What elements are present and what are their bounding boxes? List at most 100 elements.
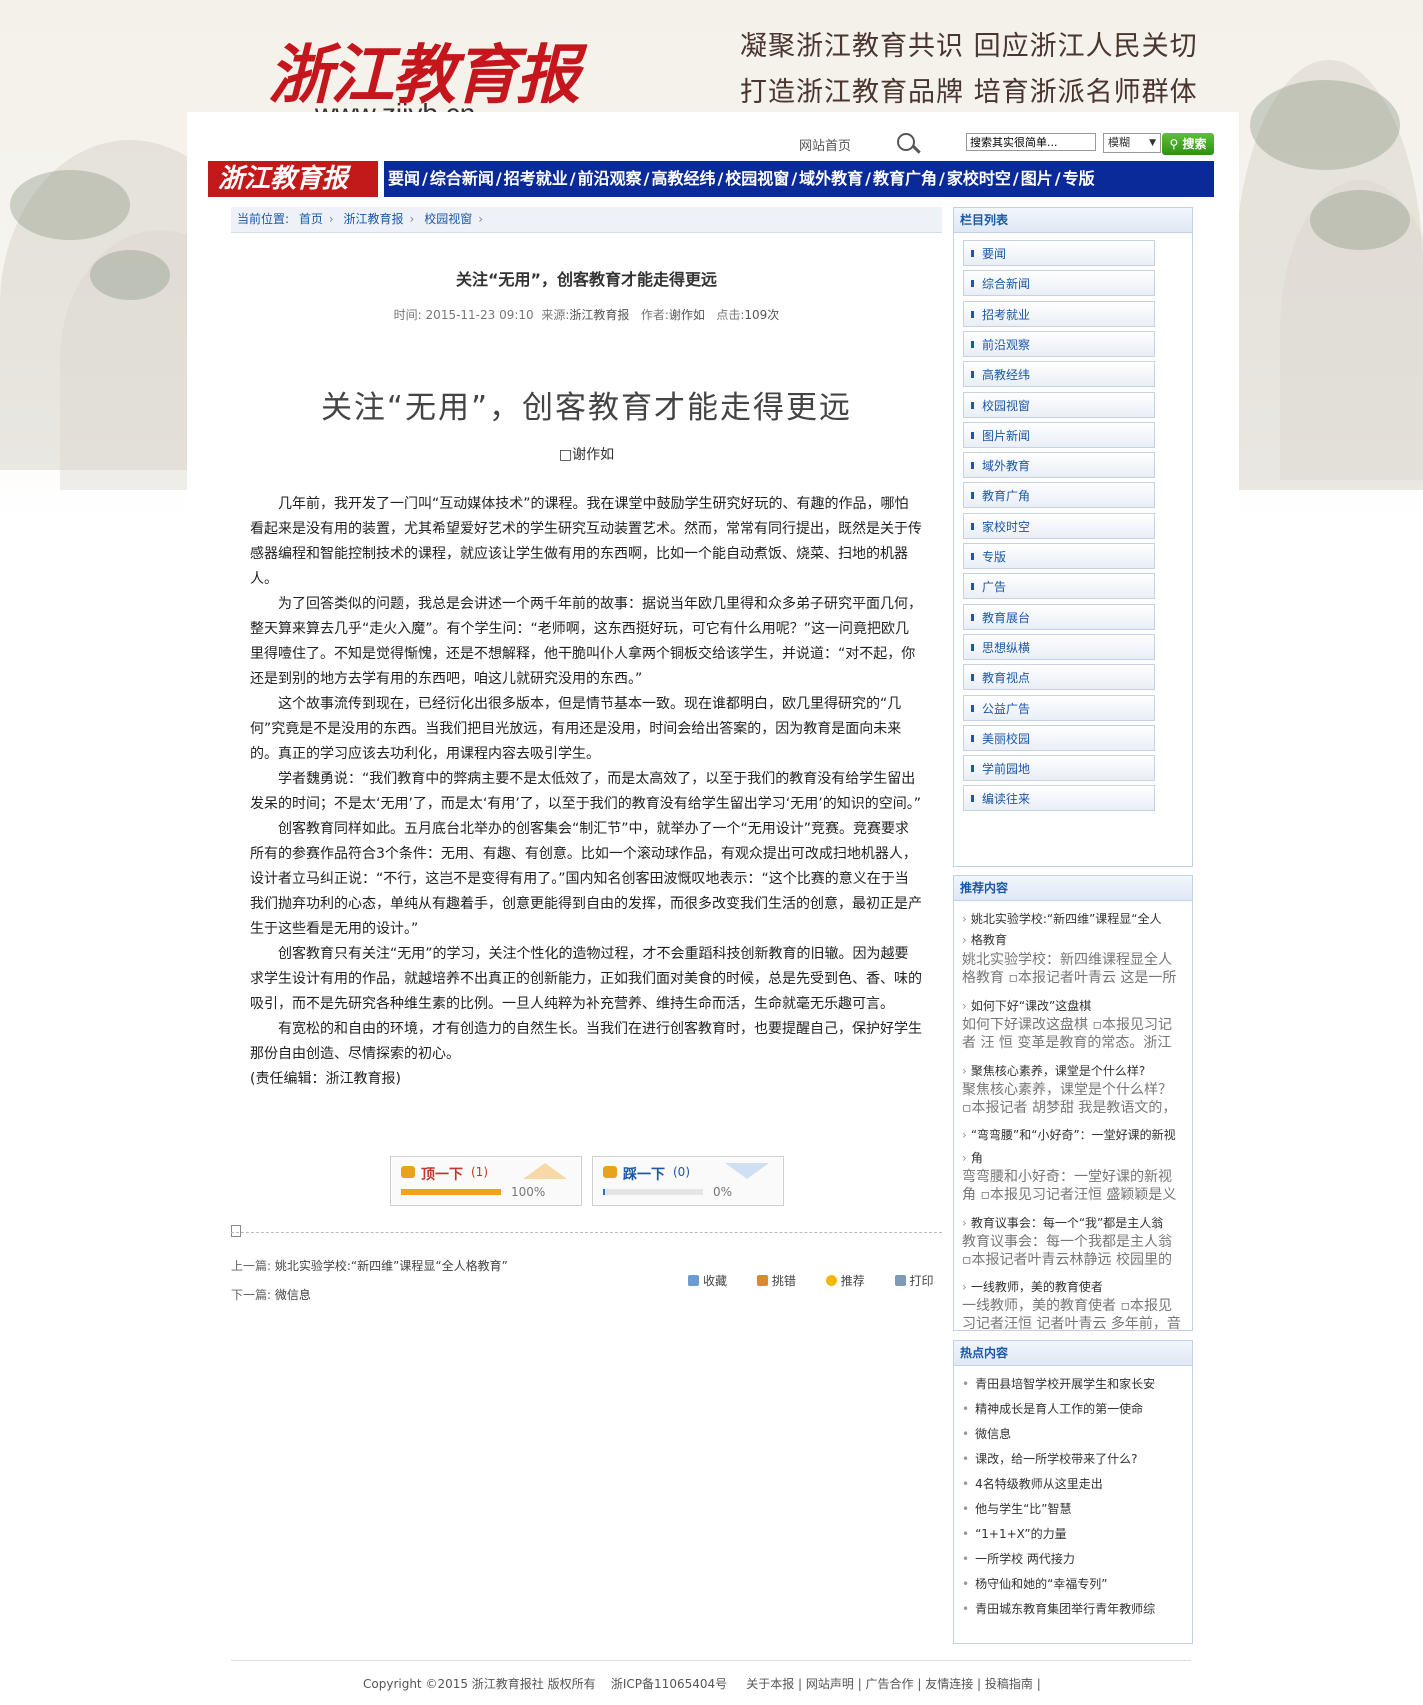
hot-item[interactable]: “1+1+X”的力量 (962, 1525, 1184, 1542)
article-paragraph: 为了回答类似的问题，我总是会讲述一个两千年前的故事：据说当年欧几里得和众多弟子研… (250, 596, 922, 687)
pencil-icon (756, 1275, 768, 1286)
article-paragraph: 创客教育只有关注“无用”的学习，关注个性化的造物过程，才不会重蹈科技创新教育的旧… (250, 946, 922, 1012)
nav-item[interactable]: 域外教育 (799, 169, 863, 188)
down-arrow-icon (725, 1163, 769, 1179)
breadcrumb-item-home[interactable]: 首页 (299, 212, 323, 226)
nav-item[interactable]: 高教经纬 (651, 169, 715, 188)
hot-item[interactable]: 微信息 (962, 1425, 1184, 1442)
sidebar-category-item[interactable]: 综合新闻 (963, 270, 1155, 297)
sidebar-category-item[interactable]: 思想纵横 (963, 633, 1155, 660)
sidebar-category-item[interactable]: 要闻 (963, 240, 1155, 266)
sidebar-category-item[interactable]: 前沿观察 (963, 330, 1155, 357)
hot-item[interactable]: 4名特级教师从这里走出 (962, 1475, 1184, 1492)
print-button[interactable]: 打印 (894, 1274, 934, 1288)
article-paragraph: 创客教育同样如此。五月底台北举办的创客集会“制汇节”中，就举办了一个“无用设计”… (250, 821, 922, 937)
recommend-item-title-cont[interactable]: 格教育 (962, 931, 1184, 948)
nav-item[interactable]: 前沿观察 (578, 169, 642, 188)
slogan-line-1: 凝聚浙江教育共识 回应浙江人民关切 (740, 31, 1198, 62)
home-link[interactable]: 网站首页 (799, 135, 851, 154)
recommend-item-title[interactable]: 教育议事会：每一个“我”都是主人翁 (962, 1214, 1184, 1231)
recommend-item-title-cont[interactable]: 角 (962, 1149, 1184, 1166)
recommend-item-title[interactable]: 聚焦核心素养，课堂是个什么样? (962, 1062, 1184, 1079)
hot-item[interactable]: 杨守仙和她的“幸福专列” (962, 1575, 1184, 1592)
hot-item[interactable]: 课改，给一所学校带来了什么? (962, 1450, 1184, 1467)
nav-item[interactable]: 要闻 (388, 169, 420, 188)
recommend-item-title[interactable]: 一线教师，美的教育使者 (962, 1278, 1184, 1295)
nav-separator: / (643, 169, 650, 188)
nav-separator: / (569, 169, 576, 188)
star-icon (825, 1275, 837, 1286)
search-input[interactable] (966, 133, 1096, 151)
nav-separator: / (1012, 169, 1019, 188)
article-paragraph: 几年前，我开发了一门叫“互动媒体技术”的课程。我在课堂中鼓励学生研究好玩的、有趣… (250, 496, 922, 587)
article-title: 关注“无用”，创客教育才能走得更远 (455, 270, 718, 289)
recommend-item-title[interactable]: 如何下好“课改”这盘棋 (962, 997, 1184, 1014)
prev-article-link[interactable]: 姚北实验学校:“新四维”课程显“全人格教育” (275, 1259, 508, 1273)
vote-up-label: 顶一下 (421, 1167, 463, 1183)
vote-down-button[interactable]: 踩一下 (0) 0% (592, 1156, 784, 1206)
meta-source-label: 来源: (541, 308, 570, 322)
nav-separator: / (717, 169, 724, 188)
nav-item[interactable]: 教育广角 (873, 169, 937, 188)
hot-item[interactable]: 他与学生“比”智慧 (962, 1500, 1184, 1517)
next-article-link[interactable]: 微信息 (275, 1288, 311, 1302)
sidebar-category-item[interactable]: 招考就业 (963, 300, 1155, 327)
article-paragraph: 这个故事流传到现在，已经衍化出很多版本，但是情节基本一致。现在谁都明白，欧几里得… (250, 696, 902, 762)
nav-item[interactable]: 图片 (1021, 169, 1053, 188)
divider (231, 1232, 942, 1233)
recommend-button[interactable]: 推荐 (825, 1274, 865, 1288)
hot-item[interactable]: 一所学校 两代接力 (962, 1550, 1184, 1567)
meta-author-label: 作者: (640, 308, 669, 322)
breadcrumb-item-paper[interactable]: 浙江教育报 (344, 212, 404, 226)
thumbs-up-icon (401, 1166, 415, 1178)
footer-links[interactable]: 关于本报 | 网站声明 | 广告合作 | 友情连接 | 投稿指南 | (746, 1677, 1041, 1691)
sidebar-category-item[interactable]: 域外教育 (963, 452, 1155, 479)
hot-item[interactable]: 精神成长是育人工作的第一使命 (962, 1400, 1184, 1417)
sidebar-category-item[interactable]: 美丽校园 (963, 724, 1155, 751)
sidebar-category-item[interactable]: 编读往来 (963, 785, 1155, 812)
favorite-label: 收藏 (703, 1274, 728, 1288)
report-error-label: 挑错 (771, 1274, 796, 1288)
recommend-item-title[interactable]: “弯弯腰”和“小好奇”：一堂好课的新视 (962, 1126, 1184, 1143)
recommend-title-text: 角 (970, 1151, 983, 1165)
printer-icon (894, 1275, 906, 1286)
hot-item[interactable]: 青田城东教育集团举行青年教师综 (962, 1600, 1184, 1617)
hot-item[interactable]: 青田县培智学校开展学生和家长安 (962, 1375, 1184, 1392)
sidebar-category-item[interactable]: 高教经纬 (963, 361, 1155, 388)
sidebar-category-item[interactable]: 专版 (963, 543, 1155, 569)
up-arrow-icon (523, 1163, 567, 1179)
vote-down-percent: 0% (713, 1185, 733, 1199)
nav-item[interactable]: 综合新闻 (430, 169, 494, 188)
search-button[interactable]: ⚲ 搜索 (1162, 133, 1214, 155)
recommend-item-title[interactable]: 姚北实验学校:“新四维”课程显“全人 (962, 910, 1184, 927)
nav-logo[interactable]: 浙江教育报 (208, 161, 378, 197)
nav-item[interactable]: 招考就业 (504, 169, 568, 188)
meta-clicks-label: 点击: (716, 308, 745, 322)
sidebar-category-item[interactable]: 教育广角 (963, 482, 1155, 509)
footer-icp[interactable]: 浙ICP备11065404号 (611, 1677, 727, 1691)
sidebar-category-item[interactable]: 教育视点 (963, 664, 1155, 691)
sidebar-category-item[interactable]: 家校时空 (963, 512, 1155, 539)
sidebar-category-item[interactable]: 学前园地 (963, 755, 1155, 782)
footer-divider (231, 1660, 1191, 1661)
report-error-button[interactable]: 挑错 (756, 1274, 796, 1288)
nav-item[interactable]: 校园视窗 (725, 169, 789, 188)
nav-item[interactable]: 专版 (1063, 169, 1095, 188)
vote-up-button[interactable]: 顶一下 (1) 100% (390, 1156, 582, 1206)
recommend-item-desc: 一线教师，美的教育使者 ▫本报见习记者汪恒 记者叶青云 多年前，音 (962, 1298, 1181, 1332)
article-body: 几年前，我开发了一门叫“互动媒体技术”的课程。我在课堂中鼓励学生研究好玩的、有趣… (250, 492, 922, 1092)
print-label: 打印 (909, 1274, 934, 1288)
sidebar-category-item[interactable]: 教育展台 (963, 603, 1155, 630)
sidebar-category-item[interactable]: 校园视窗 (963, 391, 1155, 418)
sidebar-category-item[interactable]: 广告 (963, 573, 1155, 600)
sidebar-category-item[interactable]: 图片新闻 (963, 421, 1155, 448)
sidebar-category-item[interactable]: 公益广告 (963, 694, 1155, 721)
chevron-right-icon: › (409, 212, 415, 226)
article-paragraph: 有宽松的和自由的环境，才有创造力的自然生长。当我们在进行创客教育时，也要提醒自己… (250, 1021, 922, 1062)
breadcrumb-item-campus[interactable]: 校园视窗 (424, 212, 472, 226)
search-mode-value: 模糊 (1108, 136, 1130, 149)
prev-label: 上一篇: (231, 1259, 272, 1273)
search-mode-select[interactable]: 模糊 ▼ (1103, 133, 1161, 153)
favorite-button[interactable]: 收藏 (688, 1274, 727, 1288)
nav-item[interactable]: 家校时空 (947, 169, 1011, 188)
